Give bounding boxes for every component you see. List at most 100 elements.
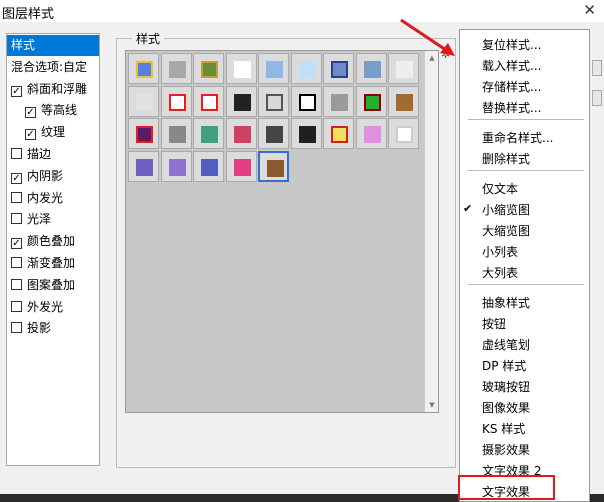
swatch-preview — [136, 61, 153, 78]
menu-item[interactable]: 重命名样式... — [482, 129, 553, 146]
style-list-item[interactable]: 光泽 — [7, 209, 99, 230]
checkbox[interactable] — [11, 322, 22, 334]
style-list-item[interactable]: 投影 — [7, 318, 99, 339]
style-list-item[interactable]: ✓ 斜面和浮雕 — [7, 79, 99, 100]
rainbow-stripe-swatch[interactable] — [193, 118, 224, 149]
black-frame-swatch[interactable] — [290, 85, 322, 117]
close-icon[interactable]: ✕ — [583, 1, 596, 19]
menu-item[interactable]: 玻璃按钮 — [482, 378, 530, 395]
landscape-swatch[interactable] — [355, 53, 387, 84]
menu-item[interactable]: 抽象样式 — [482, 294, 530, 311]
light-gray-swatch[interactable] — [128, 85, 159, 117]
menu-item[interactable]: 载入样式... — [482, 57, 541, 74]
noise-pattern-swatch[interactable] — [193, 53, 224, 84]
style-list-item[interactable]: ✓ 纹理 — [7, 122, 99, 143]
checkbox[interactable]: ✓ — [11, 172, 22, 184]
checkbox[interactable] — [11, 148, 22, 159]
checkbox[interactable] — [11, 278, 22, 290]
window-title: 图层样式 — [2, 7, 55, 22]
swatch-preview — [331, 126, 348, 143]
menu-item[interactable]: 虚线笔划 — [482, 336, 530, 353]
checkbox[interactable]: ✓ — [11, 85, 22, 97]
style-list-item[interactable]: ✓ 颜色叠加 — [7, 231, 99, 252]
style-list-item[interactable]: ✓ 等高线 — [7, 100, 99, 121]
style-list-item[interactable]: 图案叠加 — [7, 275, 99, 296]
menu-item[interactable]: 复位样式... — [482, 36, 541, 53]
style-list-item[interactable]: 渐变叠加 — [7, 253, 99, 274]
checkbox[interactable] — [11, 213, 22, 225]
black-bevel-swatch[interactable] — [290, 118, 322, 149]
blue-square-swatch[interactable] — [128, 53, 159, 84]
swatch-preview — [363, 93, 381, 111]
checkbox[interactable]: ✓ — [25, 129, 36, 141]
swatch-preview — [168, 61, 186, 78]
style-list-panel: 样式 混合选项:自定 ✓ 斜面和浮雕 ✓ 等高线 ✓ 纹理 描边 ✓ 内阴影 内发光 光泽 ✓ 颜色叠加 渐变… — [6, 33, 100, 466]
style-list-item[interactable]: 内发光 — [7, 188, 99, 209]
checkbox[interactable]: ✓ — [25, 107, 36, 119]
menu-item[interactable]: 仅文本 — [482, 180, 518, 197]
swatch-preview — [136, 93, 153, 111]
gray-bevel-swatch[interactable] — [160, 53, 192, 84]
style-list-item[interactable]: 描边 — [7, 144, 99, 165]
swatch-preview — [136, 158, 153, 176]
dark-gray-swatch[interactable] — [258, 118, 289, 149]
edge-button[interactable] — [592, 90, 602, 106]
menu-item[interactable]: 图像效果 — [482, 399, 530, 416]
checkbox[interactable] — [11, 300, 22, 312]
blue-frame-swatch[interactable] — [323, 53, 354, 84]
highlight-box — [458, 475, 555, 500]
checkbox[interactable] — [11, 257, 22, 268]
style-list-item[interactable]: 样式 — [7, 35, 99, 56]
menu-item[interactable]: 小列表 — [482, 243, 518, 260]
swatch-preview — [233, 126, 251, 143]
wood-texture-swatch[interactable] — [258, 150, 289, 182]
menu-item[interactable]: 摄影效果 — [482, 441, 530, 458]
menu-item[interactable]: 替换样式... — [482, 99, 541, 116]
menu-item[interactable]: 存储样式... — [482, 78, 541, 95]
swatch-preview — [201, 158, 218, 176]
white-glow-swatch[interactable] — [225, 53, 257, 84]
pinwheel-swatch[interactable] — [225, 118, 257, 149]
red-frame-bold-swatch[interactable] — [160, 85, 192, 117]
sky-gradient-swatch[interactable] — [290, 53, 322, 84]
light-blue-swatch[interactable] — [258, 53, 289, 84]
rust-texture-swatch[interactable] — [388, 85, 419, 117]
gray-ring-swatch[interactable] — [258, 85, 289, 117]
pink-blue-swatch[interactable] — [355, 118, 387, 149]
white-outline-swatch[interactable] — [388, 118, 419, 149]
swatch-preview — [266, 93, 283, 111]
swatch-preview — [136, 126, 153, 143]
menu-item[interactable]: 小缩览图 — [482, 201, 530, 218]
menu-item[interactable]: 删除样式 — [482, 150, 530, 167]
menu-item[interactable]: 按钮 — [482, 315, 506, 332]
black-diagonal-swatch[interactable] — [225, 85, 257, 117]
menu-item[interactable]: 大缩览图 — [482, 222, 530, 239]
checkbox[interactable] — [11, 191, 22, 203]
style-list-item[interactable]: 外发光 — [7, 297, 99, 318]
swatch-preview — [396, 126, 413, 143]
menu-item[interactable]: KS 样式 — [482, 420, 525, 437]
edge-button[interactable] — [592, 60, 602, 76]
scroll-down-icon[interactable]: ▼ — [425, 398, 439, 412]
swatch-preview — [267, 159, 284, 177]
purple-glow-swatch[interactable] — [128, 118, 159, 149]
swatch-scrollbar[interactable]: ▲ ▼ — [424, 51, 438, 412]
menu-item[interactable]: 大列表 — [482, 264, 518, 281]
red-frame-thin-swatch[interactable] — [193, 85, 224, 117]
swatch-preview — [363, 61, 381, 78]
menu-item[interactable]: DP 样式 — [482, 357, 526, 374]
violet-square-swatch[interactable] — [128, 150, 159, 182]
gray-square-swatch[interactable] — [323, 85, 354, 117]
green-square-swatch[interactable] — [355, 85, 387, 117]
red-yellow-swatch[interactable] — [323, 118, 354, 149]
style-list-item[interactable]: 混合选项:自定 — [7, 57, 99, 78]
style-list-item-label: 等高线 — [41, 103, 78, 118]
style-list-item[interactable]: ✓ 内阴影 — [7, 166, 99, 187]
sunset-swatch[interactable] — [225, 150, 257, 182]
speckle-swatch[interactable] — [160, 118, 192, 149]
swatch-preview — [201, 61, 218, 78]
violet-glow-swatch[interactable] — [160, 150, 192, 182]
indigo-square-swatch[interactable] — [193, 150, 224, 182]
style-list-item-label: 混合选项:自定 — [11, 59, 88, 74]
checkbox[interactable]: ✓ — [11, 238, 22, 250]
